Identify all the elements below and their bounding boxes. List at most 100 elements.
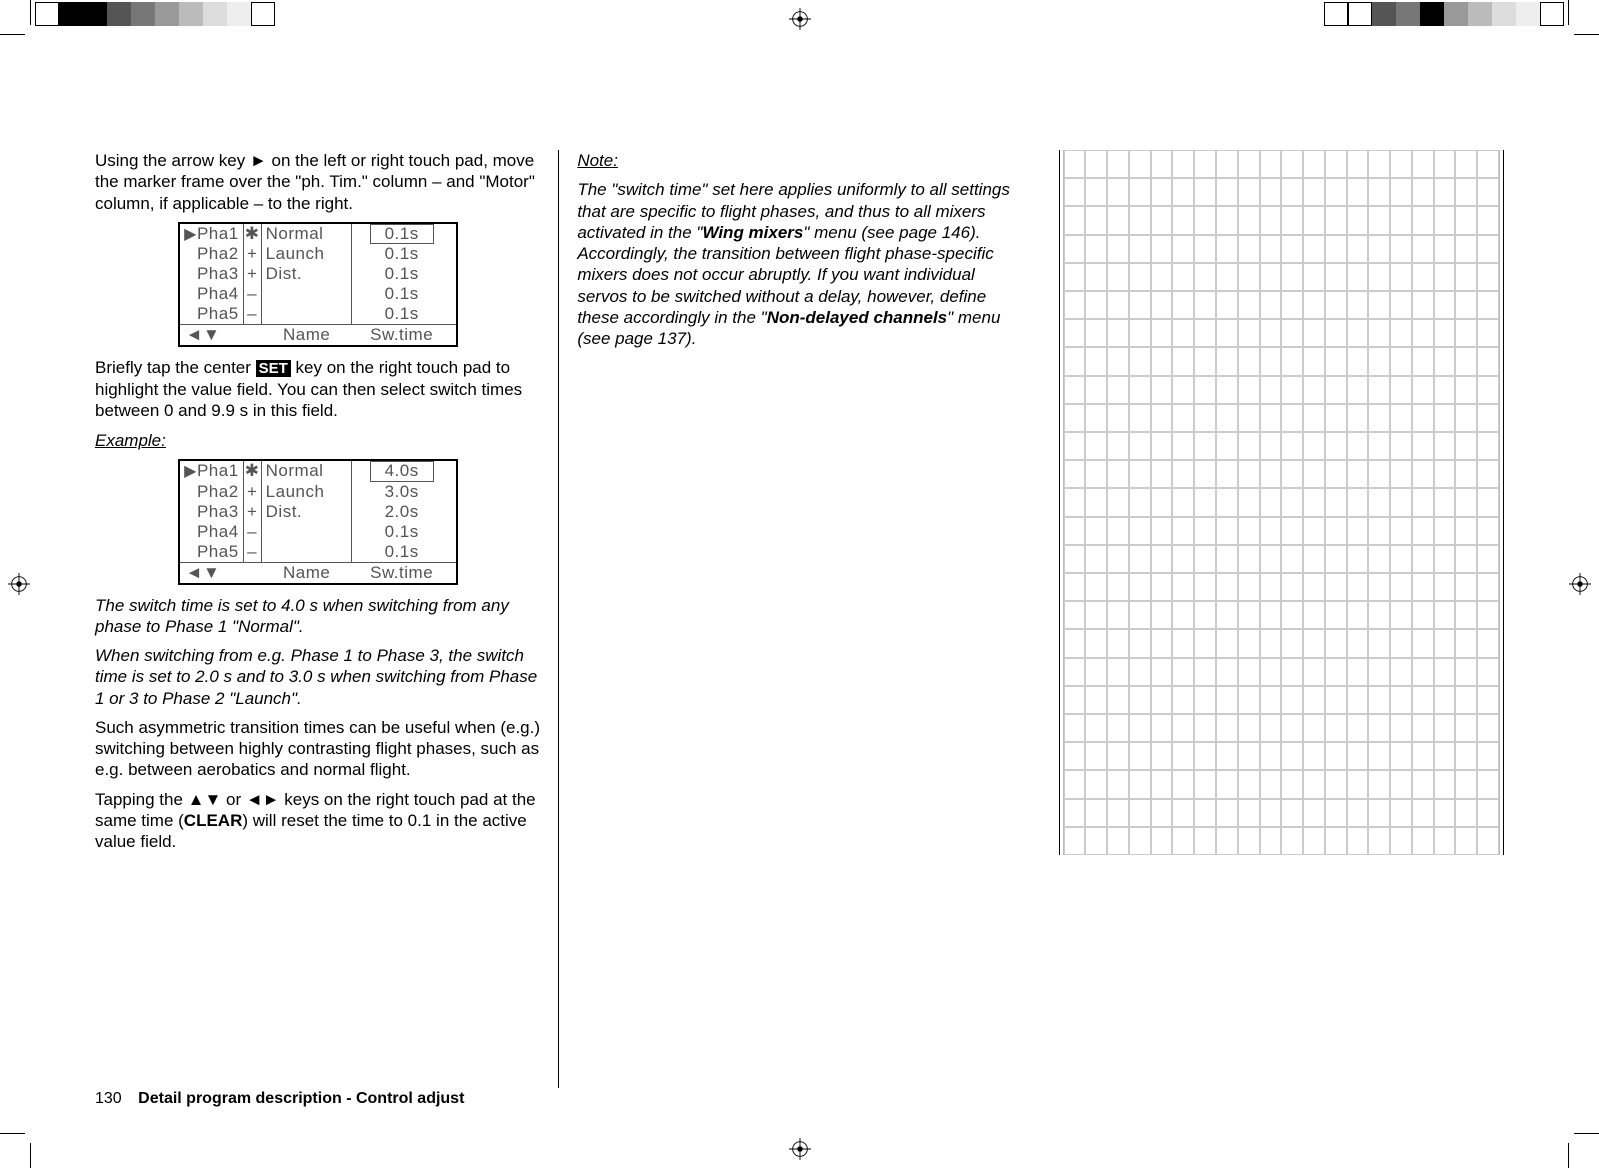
cropmark (30, 0, 31, 25)
lcd-symbol-cell: – (244, 284, 262, 304)
cropmark (0, 34, 25, 35)
registration-mark-icon (789, 8, 811, 30)
lcd-footer-swtime: Sw.time (352, 563, 452, 583)
page-content: Using the arrow key ► on the left or rig… (85, 150, 1514, 1088)
updown-arrow-icon: ▲▼ (188, 790, 222, 809)
page-number: 130 (95, 1090, 122, 1107)
lcd-name-cell (262, 304, 352, 324)
note-heading: Note: (577, 150, 1022, 171)
lcd-time-cell: 0.1s (352, 284, 452, 304)
lcd-time-cell: 0.1s (352, 244, 452, 264)
lcd-phase-cell: Pha5 (180, 542, 244, 562)
lcd-name-cell: Normal (262, 461, 352, 482)
lcd-phase-cell: ▶Pha1 (180, 224, 244, 245)
lcd-time-cell: 4.0s (352, 461, 452, 482)
lcd-time-cell: 3.0s (352, 482, 452, 502)
cropmark (1568, 1143, 1569, 1168)
cropmark (1574, 34, 1599, 35)
right-arrow-icon: ► (250, 151, 267, 170)
lcd-row: Pha2+Launch3.0s (180, 482, 456, 502)
cropmark (0, 1133, 25, 1134)
lcd-time-cell: 0.1s (352, 542, 452, 562)
lcd-row: Pha4– 0.1s (180, 284, 456, 304)
notes-grid (1063, 150, 1500, 855)
lcd-row: ▶Pha1✱Normal0.1s (180, 224, 456, 245)
lcd-footer-swtime: Sw.time (352, 325, 452, 345)
registration-mark-icon (1569, 573, 1591, 595)
lcd-name-cell: Normal (262, 224, 352, 245)
text: Briefly tap the center (95, 358, 256, 377)
lcd-time-cell: 2.0s (352, 502, 452, 522)
paragraph: The switch time is set to 4.0 s when swi… (95, 595, 540, 638)
lcd-symbol-cell: + (244, 244, 262, 264)
lcd-row: Pha5– 0.1s (180, 304, 456, 324)
text: Tapping the (95, 790, 188, 809)
text: Using the arrow key (95, 151, 250, 170)
leftright-arrow-icon: ◄► (246, 790, 280, 809)
lcd-symbol-cell: – (244, 304, 262, 324)
notes-grid-frame (1059, 150, 1504, 855)
cropmark (1574, 1133, 1599, 1134)
lcd-row: Pha3+Dist.0.1s (180, 264, 456, 284)
lcd-phase-cell: Pha3 (180, 502, 244, 522)
wing-mixers-ref: Wing mixers (702, 223, 803, 242)
lcd-display-2: ▶Pha1✱Normal4.0sPha2+Launch3.0sPha3+Dist… (178, 459, 458, 585)
lcd-name-cell: Dist. (262, 502, 352, 522)
column-2: Note: The "switch time" set here applies… (559, 150, 1040, 1088)
lcd-symbol-cell: – (244, 542, 262, 562)
lcd-phase-cell: Pha2 (180, 482, 244, 502)
lcd-time-cell: 0.1s (352, 522, 452, 542)
lcd-name-cell: Launch (262, 482, 352, 502)
paragraph: Briefly tap the center SET key on the ri… (95, 357, 540, 421)
cropmark (30, 1143, 31, 1168)
lcd-row: Pha3+Dist.2.0s (180, 502, 456, 522)
lcd-row: Pha2+Launch0.1s (180, 244, 456, 264)
paragraph: Such asymmetric transition times can be … (95, 717, 540, 781)
non-delayed-channels-ref: Non-delayed channels (767, 308, 947, 327)
colorbar-right (1324, 2, 1564, 30)
paragraph: Using the arrow key ► on the left or rig… (95, 150, 540, 214)
lcd-row: ▶Pha1✱Normal4.0s (180, 461, 456, 482)
lcd-phase-cell: Pha4 (180, 284, 244, 304)
page-footer: 130 Detail program description - Control… (95, 1090, 464, 1108)
lcd-name-cell: Launch (262, 244, 352, 264)
section-title: Detail program description - Control adj… (138, 1090, 464, 1107)
lcd-footer-arrows: ◄▼ (180, 325, 262, 345)
lcd-name-cell (262, 284, 352, 304)
paragraph: When switching from e.g. Phase 1 to Phas… (95, 645, 540, 709)
lcd-symbol-cell: ✱ (244, 224, 262, 245)
lcd-footer-name: Name (262, 563, 352, 583)
registration-mark-icon (789, 1138, 811, 1160)
clear-label: CLEAR (184, 811, 243, 830)
lcd-phase-cell: Pha3 (180, 264, 244, 284)
lcd-symbol-cell: + (244, 482, 262, 502)
lcd-phase-cell: Pha2 (180, 244, 244, 264)
lcd-symbol-cell: + (244, 264, 262, 284)
column-1: Using the arrow key ► on the left or rig… (85, 150, 559, 1088)
lcd-time-cell: 0.1s (352, 224, 452, 245)
lcd-row: Pha4– 0.1s (180, 522, 456, 542)
lcd-name-cell (262, 522, 352, 542)
lcd-footer-arrows: ◄▼ (180, 563, 262, 583)
lcd-time-cell: 0.1s (352, 264, 452, 284)
note-paragraph: The "switch time" set here applies unifo… (577, 179, 1022, 349)
lcd-row: Pha5– 0.1s (180, 542, 456, 562)
lcd-footer-name: Name (262, 325, 352, 345)
cropmark (1568, 0, 1569, 25)
example-heading: Example: (95, 430, 540, 451)
lcd-display-1: ▶Pha1✱Normal0.1sPha2+Launch0.1sPha3+Dist… (178, 222, 458, 348)
paragraph: Tapping the ▲▼ or ◄► keys on the right t… (95, 789, 540, 853)
column-3 (1041, 150, 1514, 1088)
set-key-label: SET (256, 360, 291, 377)
colorbar-left (35, 2, 275, 30)
lcd-symbol-cell: ✱ (244, 461, 262, 482)
lcd-phase-cell: ▶Pha1 (180, 461, 244, 482)
lcd-phase-cell: Pha4 (180, 522, 244, 542)
lcd-footer: ◄▼NameSw.time (180, 324, 456, 345)
lcd-time-cell: 0.1s (352, 304, 452, 324)
lcd-name-cell: Dist. (262, 264, 352, 284)
lcd-symbol-cell: – (244, 522, 262, 542)
lcd-phase-cell: Pha5 (180, 304, 244, 324)
text: or (221, 790, 246, 809)
lcd-name-cell (262, 542, 352, 562)
